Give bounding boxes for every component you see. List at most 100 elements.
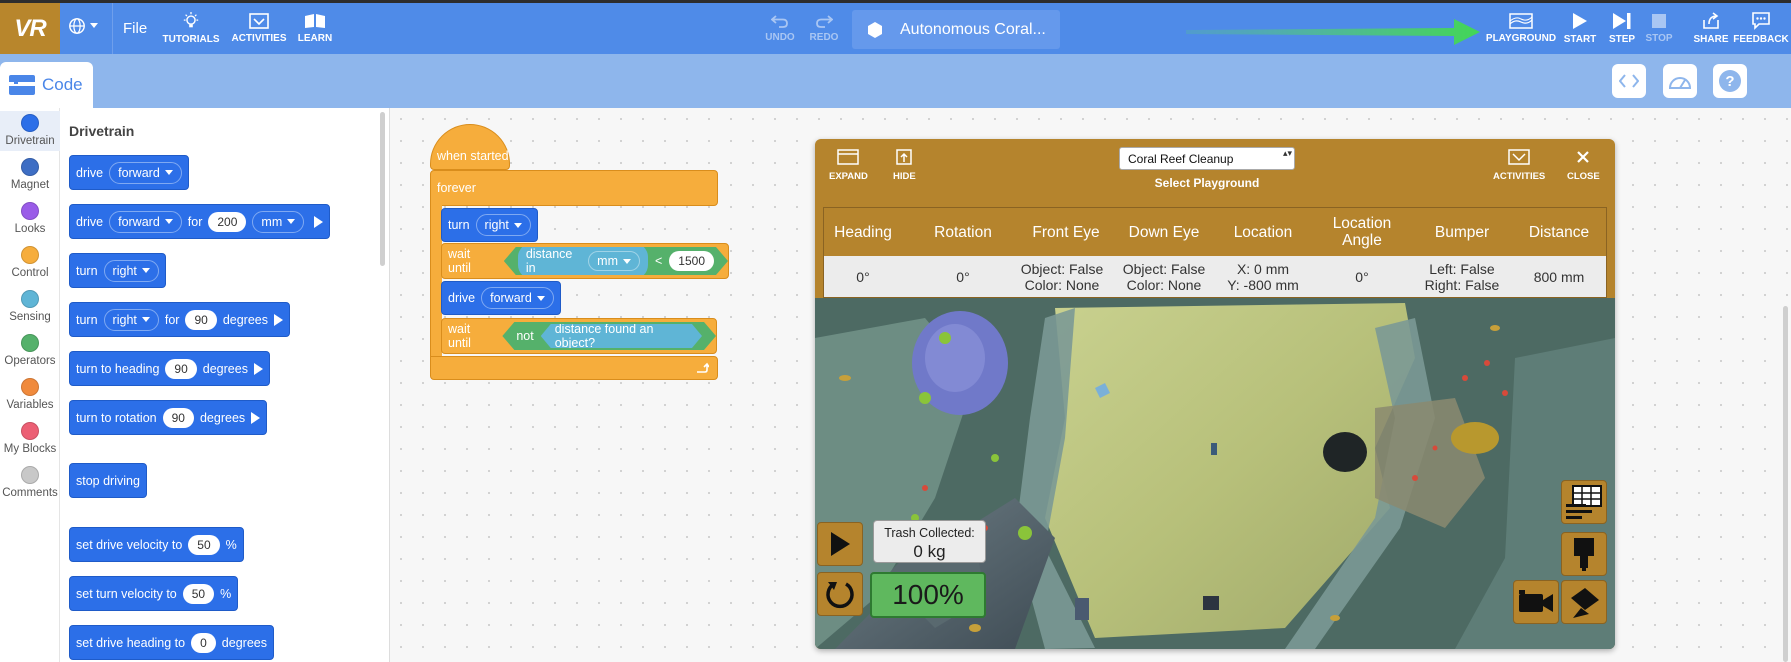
feedback-button[interactable]: FEEDBACK bbox=[1733, 3, 1789, 54]
block-turn-to-rotation[interactable]: turn to rotation 90 degrees bbox=[69, 400, 268, 435]
less-than-operator[interactable]: distance in mm < 1500 bbox=[504, 247, 728, 275]
help-icon: ? bbox=[1719, 70, 1741, 92]
tutorials-button[interactable]: TUTORIALS bbox=[162, 3, 220, 54]
script-drive-block[interactable]: drive forward bbox=[441, 281, 561, 315]
not-operator[interactable]: not distance found an object? bbox=[502, 322, 716, 350]
playground-activities-button[interactable]: ACTIVITIES bbox=[1493, 149, 1545, 182]
block-drive-for[interactable]: drive forward for 200 mm bbox=[69, 204, 331, 239]
drive-velocity-input[interactable]: 50 bbox=[188, 534, 220, 555]
stop-button[interactable]: STOP bbox=[1643, 3, 1675, 54]
block-set-drive-heading[interactable]: set drive heading to 0 degrees bbox=[69, 625, 274, 660]
wait-until-distance-block[interactable]: wait until distance in mm < 1500 bbox=[441, 243, 729, 279]
degrees-input[interactable]: 90 bbox=[185, 309, 217, 330]
turn-direction-dropdown[interactable]: right bbox=[103, 259, 159, 282]
distance-found-reporter[interactable]: distance found an object? bbox=[541, 324, 702, 348]
code-viewer-button[interactable] bbox=[1612, 64, 1646, 98]
sim-play-button[interactable] bbox=[817, 522, 863, 566]
sim-speed-indicator[interactable]: 100% bbox=[870, 572, 986, 618]
category-comments[interactable]: Comments bbox=[0, 466, 60, 499]
playground-button[interactable]: PLAYGROUND bbox=[1486, 3, 1556, 54]
value-rotation: 0° bbox=[956, 268, 970, 285]
script-turn-block[interactable]: turn right bbox=[441, 208, 538, 242]
pen-icon bbox=[1574, 538, 1594, 571]
learn-button[interactable]: LEARN bbox=[295, 3, 335, 54]
step-button[interactable]: STEP bbox=[1606, 3, 1638, 54]
turn-velocity-input[interactable]: 50 bbox=[182, 583, 215, 604]
undo-button[interactable]: UNDO bbox=[762, 3, 798, 54]
language-selector[interactable] bbox=[68, 17, 98, 35]
data-table-button[interactable] bbox=[1561, 480, 1607, 524]
sim-reset-button[interactable] bbox=[817, 572, 863, 616]
run-block-icon[interactable] bbox=[253, 362, 263, 375]
category-drivetrain[interactable]: Drivetrain bbox=[0, 111, 60, 151]
dashboard-button[interactable] bbox=[1663, 64, 1697, 98]
block-text: distance found an object? bbox=[554, 322, 654, 350]
run-block-icon[interactable] bbox=[274, 313, 284, 326]
run-block-icon[interactable] bbox=[314, 215, 324, 228]
threshold-input[interactable]: 1500 bbox=[669, 251, 714, 271]
playground-window: EXPAND HIDE Coral Reef Cleanup Select Pl… bbox=[815, 139, 1615, 649]
playground-select[interactable]: Coral Reef Cleanup bbox=[1119, 147, 1295, 170]
block-turn[interactable]: turn right bbox=[69, 253, 166, 288]
turn-direction-dropdown[interactable]: right bbox=[475, 214, 531, 236]
close-icon bbox=[1577, 151, 1590, 163]
redo-button[interactable]: REDO bbox=[806, 3, 842, 54]
help-button[interactable]: ? bbox=[1713, 64, 1747, 98]
start-button[interactable]: START bbox=[1564, 3, 1596, 54]
block-turn-for[interactable]: turn right for 90 degrees bbox=[69, 302, 291, 337]
header-down-eye: Down Eye bbox=[1128, 223, 1200, 241]
distance-input[interactable]: 200 bbox=[208, 211, 247, 232]
drive-heading-input[interactable]: 0 bbox=[191, 632, 216, 653]
block-drive[interactable]: drive forward bbox=[69, 155, 189, 190]
turn-direction-dropdown[interactable]: right bbox=[103, 308, 159, 331]
block-text: turn bbox=[76, 263, 98, 278]
forever-block[interactable]: forever bbox=[430, 170, 718, 206]
close-button[interactable]: CLOSE bbox=[1567, 149, 1600, 182]
tab-code[interactable]: Code bbox=[0, 62, 93, 108]
top-view-button[interactable] bbox=[1561, 580, 1607, 624]
block-set-turn-velocity[interactable]: set turn velocity to 50 % bbox=[69, 576, 239, 611]
wait-until-not-block[interactable]: wait until not distance found an object? bbox=[441, 318, 717, 354]
category-dot bbox=[21, 158, 39, 176]
share-label: SHARE bbox=[1693, 34, 1729, 45]
workspace-scrollbar[interactable] bbox=[1783, 306, 1788, 662]
hide-button[interactable]: HIDE bbox=[893, 149, 916, 182]
category-sensing[interactable]: Sensing bbox=[0, 290, 60, 323]
category-my-blocks[interactable]: My Blocks bbox=[0, 422, 60, 455]
start-label: START bbox=[1563, 34, 1597, 45]
units-dropdown[interactable]: mm bbox=[588, 251, 640, 271]
rotation-input[interactable]: 90 bbox=[162, 407, 194, 428]
direction-dropdown[interactable]: forward bbox=[109, 210, 182, 233]
category-looks[interactable]: Looks bbox=[0, 202, 60, 235]
sensor-table: Heading Rotation Front Eye Down Eye Loca… bbox=[823, 207, 1607, 298]
direction-dropdown[interactable]: forward bbox=[481, 287, 554, 309]
units-dropdown[interactable]: mm bbox=[252, 210, 305, 233]
block-text: turn to rotation bbox=[76, 410, 157, 425]
camera-view-button[interactable] bbox=[1513, 580, 1559, 624]
pen-tool-button[interactable] bbox=[1561, 532, 1607, 576]
value-bumper: Left: False Right: False bbox=[1424, 260, 1500, 293]
play-icon bbox=[831, 532, 850, 556]
share-button[interactable]: SHARE bbox=[1693, 3, 1729, 54]
lightbulb-icon bbox=[183, 12, 199, 28]
expand-button[interactable]: EXPAND bbox=[829, 149, 868, 182]
category-operators[interactable]: Operators bbox=[0, 334, 60, 367]
category-magnet[interactable]: Magnet bbox=[0, 158, 60, 191]
block-text: drive bbox=[76, 214, 104, 229]
block-stop-driving[interactable]: stop driving bbox=[69, 463, 147, 498]
activities-icon bbox=[1508, 149, 1530, 165]
heading-input[interactable]: 90 bbox=[165, 358, 197, 379]
block-turn-to-heading[interactable]: turn to heading 90 degrees bbox=[69, 351, 270, 386]
category-control[interactable]: Control bbox=[0, 246, 60, 279]
direction-dropdown[interactable]: forward bbox=[109, 161, 182, 184]
dropdown-value: forward bbox=[118, 165, 160, 180]
activities-button[interactable]: ACTIVITIES bbox=[231, 3, 287, 54]
run-block-icon[interactable] bbox=[251, 411, 261, 424]
header-location-angle: Location Angle bbox=[1332, 215, 1392, 249]
category-variables[interactable]: Variables bbox=[0, 378, 60, 411]
project-name-field[interactable]: Autonomous Coral... bbox=[852, 10, 1060, 49]
file-menu[interactable]: File bbox=[112, 3, 147, 54]
distance-in-reporter[interactable]: distance in mm bbox=[518, 243, 648, 279]
block-set-drive-velocity[interactable]: set drive velocity to 50 % bbox=[69, 527, 244, 562]
flyout-scrollbar[interactable] bbox=[380, 112, 385, 266]
